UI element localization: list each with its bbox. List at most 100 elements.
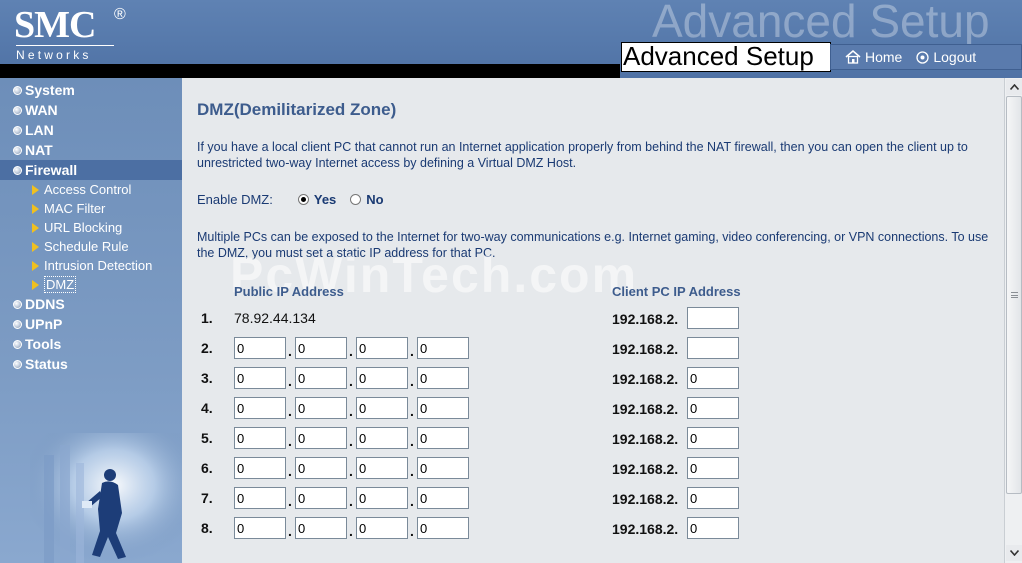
sidebar-item-label: Tools xyxy=(25,336,62,352)
public-ip-octet-4-input[interactable] xyxy=(417,487,469,509)
sidebar-item-firewall[interactable]: Firewall xyxy=(0,160,182,180)
client-ip-last-octet-input[interactable] xyxy=(687,307,739,329)
client-ip-prefix: 192.168.2. xyxy=(612,371,679,387)
public-ip-octet-3-input[interactable] xyxy=(356,487,408,509)
sidebar-subitem-label: URL Blocking xyxy=(44,220,123,235)
sidebar-item-system[interactable]: System xyxy=(0,80,182,100)
bullet-icon xyxy=(13,165,22,175)
sidebar-item-upnp[interactable]: UPnP xyxy=(0,314,182,334)
public-ip-octet-1-input[interactable] xyxy=(234,517,286,539)
sidebar-subitem-intrusion-detection[interactable]: Intrusion Detection xyxy=(0,256,182,275)
page-section-title: Advanced Setup xyxy=(621,42,831,72)
client-ip-prefix: 192.168.2. xyxy=(612,401,679,417)
sidebar-item-lan[interactable]: LAN xyxy=(0,120,182,140)
home-link[interactable]: Home xyxy=(845,49,902,65)
public-ip-octet-4-input[interactable] xyxy=(417,427,469,449)
row-number: 2. xyxy=(201,340,213,356)
public-ip-octet-3-input[interactable] xyxy=(356,367,408,389)
public-ip-octet-4-input[interactable] xyxy=(417,367,469,389)
bullet-icon xyxy=(13,359,22,369)
public-ip-octet-1-input[interactable] xyxy=(234,427,286,449)
sidebar-subitem-mac-filter[interactable]: MAC Filter xyxy=(0,199,182,218)
dmz-row-7: 7. . . . 192.168.2. xyxy=(182,487,742,509)
sidebar-item-nat[interactable]: NAT xyxy=(0,140,182,160)
chevron-up-icon xyxy=(1009,84,1019,90)
enable-dmz-no-option[interactable]: No xyxy=(350,192,384,207)
public-ip-octet-2-input[interactable] xyxy=(295,487,347,509)
dmz-description: If you have a local client PC that canno… xyxy=(197,140,968,170)
triangle-right-icon xyxy=(32,222,39,233)
triangle-right-icon xyxy=(32,279,39,290)
public-ip-octet-3-input[interactable] xyxy=(356,397,408,419)
public-ip-octet-3-input[interactable] xyxy=(356,517,408,539)
logout-label: Logout xyxy=(933,49,977,65)
public-ip-readonly: 78.92.44.134 xyxy=(234,310,316,326)
sidebar-subitem-label: Access Control xyxy=(44,182,132,197)
public-ip-octet-2-input[interactable] xyxy=(295,427,347,449)
public-ip-octet-4-input[interactable] xyxy=(417,517,469,539)
dmz-row-2: 2. . . . 192.168.2. xyxy=(182,337,742,359)
client-ip-last-octet-input[interactable] xyxy=(687,457,739,479)
public-ip-octet-1-input[interactable] xyxy=(234,337,286,359)
home-icon xyxy=(845,50,861,64)
sidebar-subitem-label: DMZ xyxy=(44,276,77,293)
row-number: 1. xyxy=(201,310,213,326)
ip-separator-dot: . xyxy=(349,433,353,449)
public-ip-octet-1-input[interactable] xyxy=(234,457,286,479)
vertical-scrollbar[interactable] xyxy=(1004,78,1022,563)
sidebar-subitem-url-blocking[interactable]: URL Blocking xyxy=(0,218,182,237)
sidebar-subitem-dmz[interactable]: DMZ xyxy=(0,275,182,294)
ip-separator-dot: . xyxy=(410,523,414,539)
public-ip-octet-2-input[interactable] xyxy=(295,517,347,539)
ip-separator-dot: . xyxy=(349,493,353,509)
scroll-down-button[interactable] xyxy=(1006,545,1022,561)
dmz-row-6: 6. . . . 192.168.2. xyxy=(182,457,742,479)
sidebar-item-label: Firewall xyxy=(25,162,78,178)
row-number: 8. xyxy=(201,520,213,536)
enable-dmz-yes-radio[interactable] xyxy=(297,194,309,205)
client-ip-last-octet-input[interactable] xyxy=(687,397,739,419)
sidebar-subitem-schedule-rule[interactable]: Schedule Rule xyxy=(0,237,182,256)
enable-dmz-yes-option[interactable]: Yes xyxy=(297,192,336,207)
triangle-right-icon xyxy=(32,184,39,195)
client-ip-last-octet-input[interactable] xyxy=(687,367,739,389)
row-number: 7. xyxy=(201,490,213,506)
client-ip-last-octet-input[interactable] xyxy=(687,337,739,359)
public-ip-octet-3-input[interactable] xyxy=(356,427,408,449)
client-ip-last-octet-input[interactable] xyxy=(687,517,739,539)
public-ip-octet-2-input[interactable] xyxy=(295,337,347,359)
sidebar-item-status[interactable]: Status xyxy=(0,354,182,374)
sidebar-item-tools[interactable]: Tools xyxy=(0,334,182,354)
public-ip-octet-4-input[interactable] xyxy=(417,397,469,419)
public-ip-octet-1-input[interactable] xyxy=(234,397,286,419)
header-banner: SMC ® Networks Advanced Setup Advanced S… xyxy=(0,0,1022,78)
public-ip-header: Public IP Address xyxy=(234,284,344,299)
banner-black-bar xyxy=(0,64,620,78)
sidebar-item-label: System xyxy=(25,82,75,98)
client-ip-last-octet-input[interactable] xyxy=(687,427,739,449)
public-ip-octet-1-input[interactable] xyxy=(234,367,286,389)
dmz-row-3: 3. . . . 192.168.2. xyxy=(182,367,742,389)
scroll-up-button[interactable] xyxy=(1006,79,1022,95)
ip-separator-dot: . xyxy=(349,463,353,479)
public-ip-octet-1-input[interactable] xyxy=(234,487,286,509)
public-ip-octet-2-input[interactable] xyxy=(295,397,347,419)
sidebar-item-wan[interactable]: WAN xyxy=(0,100,182,120)
public-ip-octet-3-input[interactable] xyxy=(356,457,408,479)
ip-separator-dot: . xyxy=(410,373,414,389)
public-ip-octet-2-input[interactable] xyxy=(295,457,347,479)
client-ip-last-octet-input[interactable] xyxy=(687,487,739,509)
sidebar-item-ddns[interactable]: DDNS xyxy=(0,294,182,314)
scroll-thumb[interactable] xyxy=(1006,96,1022,494)
sidebar-subitem-label: MAC Filter xyxy=(44,201,106,216)
logout-link[interactable]: Logout xyxy=(916,49,976,65)
row-number: 6. xyxy=(201,460,213,476)
public-ip-octet-4-input[interactable] xyxy=(417,337,469,359)
public-ip-octet-2-input[interactable] xyxy=(295,367,347,389)
public-ip-octet-4-input[interactable] xyxy=(417,457,469,479)
row-number: 5. xyxy=(201,430,213,446)
sidebar-subitem-access-control[interactable]: Access Control xyxy=(0,180,182,199)
public-ip-octet-3-input[interactable] xyxy=(356,337,408,359)
enable-dmz-no-radio[interactable] xyxy=(350,194,362,205)
sidebar-subitem-label: Schedule Rule xyxy=(44,239,129,254)
